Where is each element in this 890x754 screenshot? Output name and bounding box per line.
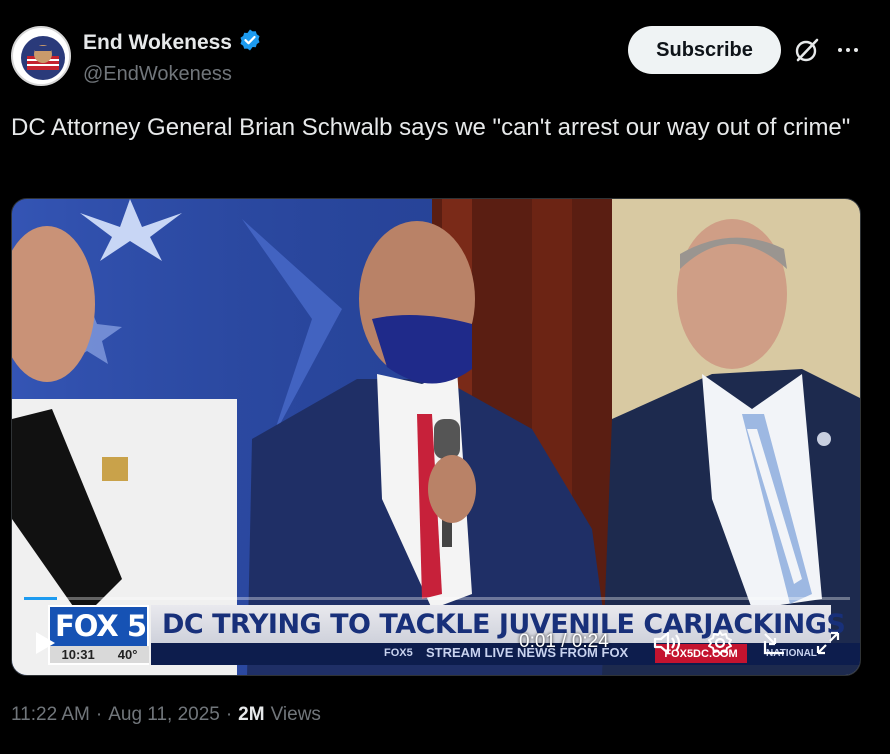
video-progress-fill [24,597,58,600]
pip-icon [763,633,784,655]
play-button[interactable] [32,629,58,662]
views-label: Views [270,704,321,725]
chyron-headline: DC TRYING TO TACKLE JUVENILE CARJACKINGS [162,609,846,640]
gear-icon [708,631,732,655]
verified-badge-icon[interactable] [238,28,262,57]
avatar-image [15,30,69,84]
volume-icon [653,631,681,655]
picture-in-picture-button[interactable] [762,631,790,662]
grok-icon[interactable] [793,36,821,64]
ticker-brand: FOX5 [384,647,413,659]
settings-button[interactable] [706,629,734,662]
clock-temperature-bar: 10:31 40° [50,646,149,663]
chyron-temperature: 40° [117,647,138,662]
tweet-meta: 11:22 AM · Aug 11, 2025 · 2M Views [11,704,321,726]
tweet-text: DC Attorney General Brian Schwalb says w… [11,114,851,141]
video-progress-bar[interactable] [24,597,850,600]
chyron-clock: 10:31 [61,647,95,662]
tweet-time[interactable]: 11:22 AM [11,704,90,726]
volume-button[interactable] [652,629,682,662]
avatar[interactable] [11,26,71,86]
fullscreen-button[interactable] [814,629,842,662]
more-icon[interactable] [834,36,862,64]
subscribe-button[interactable]: Subscribe [628,26,781,74]
expand-icon [816,631,840,655]
video-player[interactable]: FOX 5 10:31 40° DC TRYING TO TACKLE JUVE… [11,198,861,676]
separator-dot: · [225,704,233,725]
video-time-display: 0:01 / 0:24 [519,631,609,652]
author-display-name[interactable]: End Wokeness [83,31,232,55]
views-count: 2M [238,704,265,725]
channel-logo: FOX 5 [54,609,147,643]
author-handle[interactable]: @EndWokeness [83,63,262,86]
separator-dot: · [95,704,103,725]
play-icon [36,632,55,654]
tweet-author: End Wokeness @EndWokeness [83,28,262,86]
tweet-date[interactable]: Aug 11, 2025 [108,704,220,726]
